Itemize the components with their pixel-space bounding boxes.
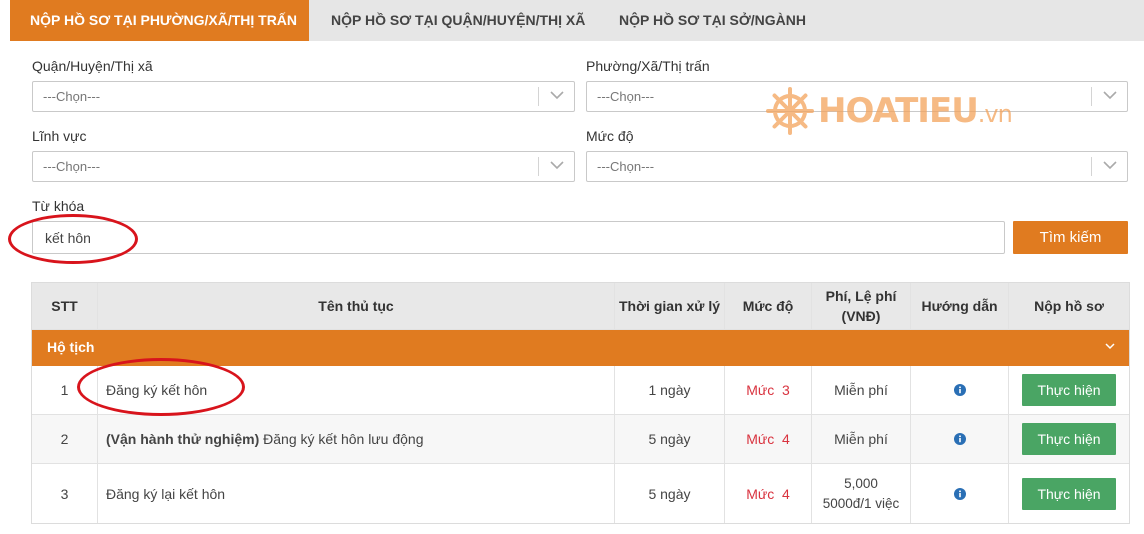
header-fee-line2: (VNĐ): [841, 308, 881, 324]
annotation-ellipse-result: [77, 358, 245, 416]
district-label: Quận/Huyện/Thị xã: [32, 58, 153, 74]
info-icon[interactable]: [953, 433, 966, 445]
ship-wheel-icon: [766, 87, 814, 135]
chevron-down-icon: [1103, 91, 1117, 100]
level-label: Mức độ: [586, 128, 634, 144]
info-icon[interactable]: [953, 384, 966, 396]
tab-department[interactable]: NỘP HỒ SƠ TẠI SỞ/NGÀNH: [601, 0, 826, 41]
annotation-ellipse-keyword: [8, 214, 138, 264]
row-name-text: Đăng ký kết hôn lưu động: [259, 431, 424, 447]
table-row: 2 (Vận hành thử nghiệm) Đăng ký kết hôn …: [32, 415, 1129, 464]
keyword-label: Từ khóa: [32, 198, 85, 214]
header-submit: Nộp hồ sơ: [1034, 298, 1104, 314]
group-title: Hộ tịch: [47, 339, 95, 355]
header-guide: Hướng dẫn: [911, 283, 1009, 329]
ward-select-value: ---Chọn---: [597, 89, 655, 104]
row-time: 5 ngày: [615, 464, 725, 523]
row-fee-amount: 5,000: [844, 475, 878, 491]
watermark-text: HOATIEU.vn: [818, 91, 1013, 131]
header-fee: Phí, Lệ phí (VNĐ): [812, 283, 911, 329]
row-time: 5 ngày: [615, 415, 725, 463]
row-name[interactable]: Đăng ký lại kết hôn: [98, 464, 615, 523]
header-stt: STT: [32, 283, 98, 329]
level-select-value: ---Chọn---: [597, 159, 655, 174]
row-name[interactable]: (Vận hành thử nghiệm) Đăng ký kết hôn lư…: [98, 415, 615, 463]
level-select[interactable]: ---Chọn---: [586, 151, 1128, 182]
chevron-down-icon: [550, 91, 564, 100]
tab-bar: NỘP HỒ SƠ TẠI PHƯỜNG/XÃ/THỊ TRẤN NỘP HỒ …: [10, 0, 1144, 41]
hoatieu-watermark-logo: HOATIEU.vn: [766, 85, 1026, 141]
row-submit: Thực hiện: [1009, 464, 1129, 523]
header-fee-line1: Phí, Lệ phí: [825, 288, 897, 304]
header-level: Mức độ: [725, 283, 812, 329]
search-button[interactable]: Tìm kiếm: [1013, 221, 1128, 254]
chevron-down-icon[interactable]: [1105, 343, 1115, 350]
row-fee: Miễn phí: [812, 366, 911, 414]
row-time: 1 ngày: [615, 366, 725, 414]
row-submit: Thực hiện: [1009, 366, 1129, 414]
row-level: Mức 4: [725, 464, 812, 523]
row-level: Mức 4: [725, 415, 812, 463]
field-label: Lĩnh vực: [32, 128, 87, 144]
chevron-down-icon: [1103, 161, 1117, 170]
submit-button[interactable]: Thực hiện: [1022, 477, 1116, 510]
row-fee: 5,000 5000đ/1 việc: [812, 464, 911, 523]
row-fee-detail: 5000đ/1 việc: [822, 495, 900, 511]
table-row: 3 Đăng ký lại kết hôn 5 ngày Mức 4 5,000…: [32, 464, 1129, 523]
row-stt: 2: [32, 415, 98, 463]
field-select[interactable]: ---Chọn---: [32, 151, 575, 182]
row-guide: [911, 415, 1009, 463]
row-guide: [911, 366, 1009, 414]
row-name-prefix: (Vận hành thử nghiệm): [106, 431, 260, 447]
header-time: Thời gian xử lý: [615, 283, 725, 329]
submit-button[interactable]: Thực hiện: [1022, 423, 1116, 455]
submit-button[interactable]: Thực hiện: [1022, 374, 1116, 406]
header-name: Tên thủ tục: [98, 283, 615, 329]
district-select-value: ---Chọn---: [43, 89, 101, 104]
info-icon[interactable]: [953, 487, 966, 500]
ward-label: Phường/Xã/Thị trấn: [586, 58, 710, 74]
row-level: Mức 3: [725, 366, 812, 414]
row-fee: Miễn phí: [812, 415, 911, 463]
district-select[interactable]: ---Chọn---: [32, 81, 575, 112]
chevron-down-icon: [550, 161, 564, 170]
tab-ward[interactable]: NỘP HỒ SƠ TẠI PHƯỜNG/XÃ/THỊ TRẤN: [10, 0, 309, 41]
row-guide: [911, 464, 1009, 523]
field-select-value: ---Chọn---: [43, 159, 101, 174]
row-stt: 3: [32, 464, 98, 523]
keyword-input[interactable]: kết hôn: [32, 221, 1005, 254]
table-header: STT Tên thủ tục Thời gian xử lý Mức độ P…: [32, 283, 1129, 330]
tab-district[interactable]: NỘP HỒ SƠ TẠI QUẬN/HUYỆN/THỊ XÃ: [309, 0, 601, 41]
row-submit: Thực hiện: [1009, 415, 1129, 463]
